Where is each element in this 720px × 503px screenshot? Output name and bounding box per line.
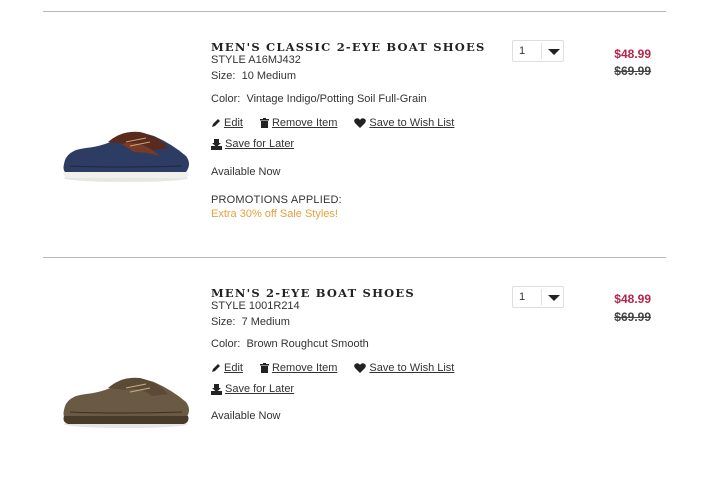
item-actions-secondary: Save for Later — [211, 383, 311, 395]
quantity-separator — [541, 43, 542, 59]
save-to-wish-list-label: Save to Wish List — [369, 117, 455, 129]
quantity-separator — [541, 289, 542, 305]
size-value: 10 Medium — [241, 70, 297, 82]
save-for-later-label: Save for Later — [225, 383, 295, 395]
save-to-wish-list-button[interactable]: Save to Wish List — [354, 117, 454, 129]
save-to-wish-list-button[interactable]: Save to Wish List — [354, 362, 454, 374]
color-value: Vintage Indigo/Potting Soil Full-Grain — [246, 93, 427, 105]
cart-item: MEN'S CLASSIC 2-EYE BOAT SHOES STYLE A16… — [0, 12, 720, 257]
edit-label: Edit — [224, 117, 243, 129]
product-size: Size: 10 Medium — [211, 70, 296, 82]
item-actions: Edit Remove Item Save to Wish List — [211, 117, 471, 129]
availability-status: Available Now — [211, 166, 281, 178]
size-value: 7 Medium — [241, 316, 290, 328]
heart-icon — [354, 118, 367, 128]
remove-item-label: Remove Item — [271, 117, 338, 129]
sale-price: $48.99 — [614, 292, 651, 306]
cart-item: MEN'S 2-EYE BOAT SHOES STYLE 1001R214 Si… — [0, 258, 720, 503]
product-style: STYLE A16MJ432 — [211, 54, 301, 66]
product-title[interactable]: MEN'S 2-EYE BOAT SHOES — [211, 286, 415, 300]
item-actions-secondary: Save for Later — [211, 138, 311, 150]
color-label: Color: — [211, 338, 241, 350]
remove-item-button[interactable]: Remove Item — [259, 362, 338, 374]
quantity-select[interactable]: 1 — [512, 286, 564, 308]
save-to-wish-list-label: Save to Wish List — [369, 362, 455, 374]
heart-icon — [354, 363, 367, 373]
item-actions: Edit Remove Item Save to Wish List — [211, 362, 471, 374]
edit-button[interactable]: Edit — [211, 117, 243, 129]
size-label: Size: — [211, 70, 236, 82]
chevron-down-icon — [548, 295, 560, 301]
quantity-value: 1 — [519, 45, 526, 57]
product-title[interactable]: MEN'S CLASSIC 2-EYE BOAT SHOES — [211, 40, 485, 54]
edit-label: Edit — [224, 362, 243, 374]
edit-button[interactable]: Edit — [211, 362, 243, 374]
brown-boat-shoe-image[interactable] — [56, 368, 196, 438]
product-size: Size: 7 Medium — [211, 316, 290, 328]
chevron-down-icon — [548, 49, 560, 55]
product-style: STYLE 1001R214 — [211, 300, 300, 312]
save-for-later-button[interactable]: Save for Later — [211, 383, 294, 395]
quantity-select[interactable]: 1 — [512, 40, 564, 62]
save-later-icon — [211, 138, 222, 150]
save-later-icon — [211, 383, 222, 395]
pencil-icon — [212, 119, 220, 127]
save-for-later-label: Save for Later — [225, 138, 295, 150]
sale-price: $48.99 — [614, 47, 651, 61]
quantity-value: 1 — [519, 291, 526, 303]
product-color: Color: Brown Roughcut Smooth — [211, 338, 369, 350]
product-color: Color: Vintage Indigo/Potting Soil Full-… — [211, 93, 427, 105]
remove-item-label: Remove Item — [271, 362, 338, 374]
save-for-later-button[interactable]: Save for Later — [211, 138, 294, 150]
pencil-icon — [212, 364, 220, 372]
availability-status: Available Now — [211, 410, 281, 422]
color-value: Brown Roughcut Smooth — [246, 338, 369, 350]
trash-icon — [259, 118, 269, 128]
color-label: Color: — [211, 93, 241, 105]
trash-icon — [259, 363, 269, 373]
size-label: Size: — [211, 316, 236, 328]
original-price: $69.99 — [614, 310, 651, 324]
original-price: $69.99 — [614, 64, 651, 78]
promotion-text: Extra 30% off Sale Styles! — [211, 208, 338, 220]
navy-brown-boat-shoe-image[interactable] — [56, 122, 196, 192]
promotions-heading: PROMOTIONS APPLIED: — [211, 194, 342, 206]
remove-item-button[interactable]: Remove Item — [259, 117, 338, 129]
